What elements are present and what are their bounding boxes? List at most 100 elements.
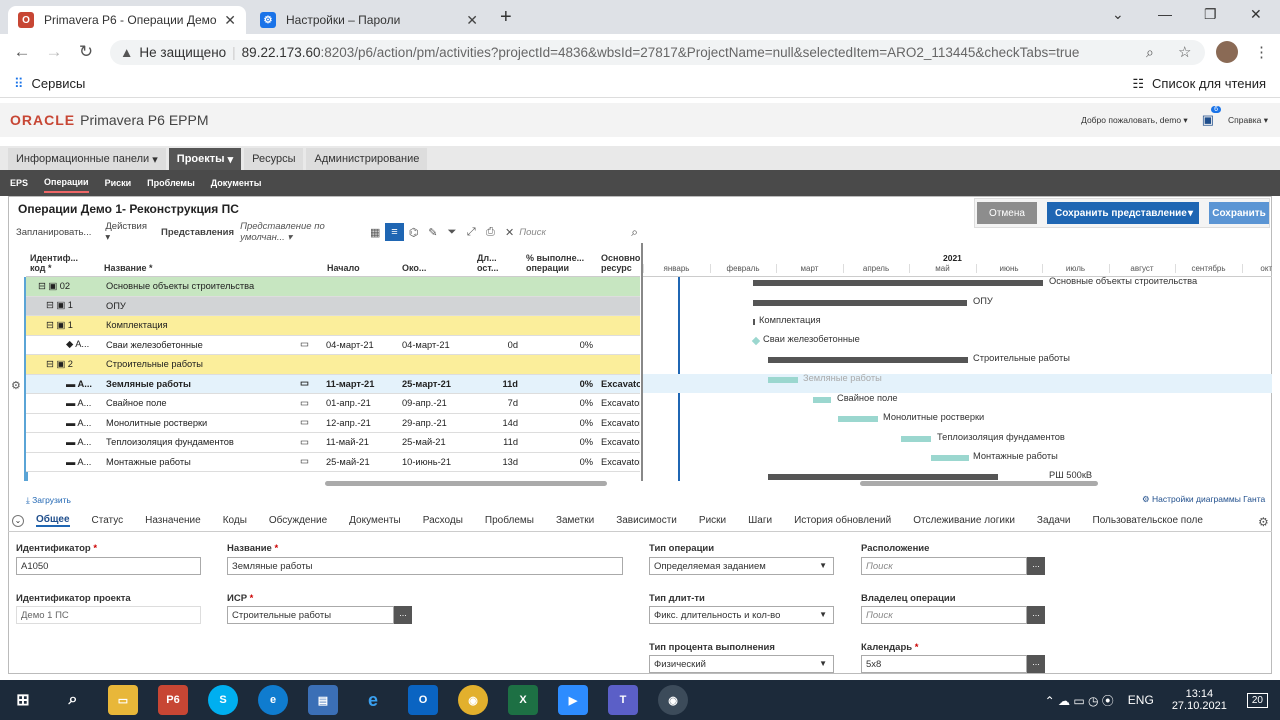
- gantt-bar[interactable]: [753, 319, 755, 325]
- table-row[interactable]: ▬ A... Монтажные работы ▭ 25-май-21 10-июнь-…: [26, 452, 640, 472]
- outlook-icon[interactable]: O: [408, 685, 438, 715]
- print-icon[interactable]: ⎙: [481, 223, 500, 241]
- zoom-icon[interactable]: ⌕: [1146, 44, 1154, 61]
- bookmark-services[interactable]: Сервисы: [32, 76, 86, 91]
- tab-dashboards[interactable]: Информационные панели ▾: [8, 148, 166, 170]
- detail-tab[interactable]: История обновлений: [794, 515, 891, 526]
- id-field[interactable]: A1050: [16, 557, 201, 575]
- browser-tab-settings[interactable]: ⚙ Настройки – Пароли ✕: [250, 6, 488, 34]
- chrome-profile-icon[interactable]: ◉: [658, 685, 688, 715]
- teams-icon[interactable]: T: [608, 685, 638, 715]
- gantt-scrollbar[interactable]: [860, 481, 1098, 486]
- table-row[interactable]: ◆ A... Сваи железобетонные ▭ 04-март-21 04-м…: [26, 335, 640, 355]
- gantt-settings-link[interactable]: ⚙ Настройки диаграммы Ганта: [1142, 494, 1265, 505]
- table-row[interactable]: ▬ A... Теплоизоляция фундаментов ▭ 11-май-2…: [26, 433, 640, 453]
- p6-icon[interactable]: P6: [158, 685, 188, 715]
- detail-tab[interactable]: Обсуждение: [269, 515, 327, 526]
- back-button[interactable]: ←: [6, 42, 38, 62]
- tools-icon[interactable]: ✕: [500, 223, 519, 241]
- schedule-button[interactable]: Запланировать...: [16, 227, 91, 238]
- language-indicator[interactable]: ENG: [1128, 693, 1154, 707]
- ie-icon[interactable]: e: [358, 685, 388, 715]
- optype-select[interactable]: Определяемая заданием ▼: [649, 557, 834, 575]
- gantt-bar[interactable]: [753, 280, 1043, 286]
- close-icon[interactable]: ✕: [224, 12, 236, 29]
- menu-icon[interactable]: ⋮: [1254, 43, 1269, 61]
- notification-center[interactable]: 20: [1246, 692, 1268, 708]
- skype-icon[interactable]: S: [208, 685, 238, 715]
- collapse-icon[interactable]: ⌄: [12, 514, 24, 527]
- chevron-down-icon[interactable]: ⌄: [1112, 6, 1124, 23]
- tray-icons[interactable]: ⌃ ☁ ▭ ◷ ⦿: [1045, 692, 1114, 709]
- calendar-field[interactable]: 5x8: [861, 655, 1027, 673]
- apps-icon[interactable]: ⠿: [14, 76, 24, 92]
- star-icon[interactable]: ☆: [1178, 43, 1191, 61]
- gantt-bar[interactable]: [931, 455, 969, 461]
- reading-list-button[interactable]: Список для чтения: [1152, 76, 1266, 91]
- gantt-bar[interactable]: [768, 474, 998, 480]
- subnav-issues[interactable]: Проблемы: [147, 174, 195, 192]
- clock[interactable]: 13:14 27.10.2021: [1172, 688, 1227, 712]
- owner-field[interactable]: Поиск: [861, 606, 1027, 624]
- detail-tab[interactable]: Проблемы: [485, 515, 534, 526]
- chrome-icon[interactable]: ◉: [458, 685, 488, 715]
- window-close-button[interactable]: ✕: [1250, 6, 1262, 23]
- gantt-bar[interactable]: [768, 357, 968, 363]
- gantt-bar[interactable]: [813, 397, 831, 403]
- brush-icon[interactable]: ✎: [423, 223, 442, 241]
- detail-tab[interactable]: Шаги: [748, 515, 772, 526]
- location-picker-button[interactable]: ...: [1027, 557, 1045, 575]
- gantt-bar[interactable]: [768, 377, 798, 383]
- detail-tab[interactable]: Документы: [349, 515, 401, 526]
- avatar[interactable]: [1216, 41, 1238, 63]
- save-button[interactable]: Сохранить: [1209, 202, 1269, 224]
- table-row[interactable]: ⊟ ▣ 1 Комплектация: [26, 316, 640, 336]
- forward-button[interactable]: →: [38, 42, 70, 62]
- name-field[interactable]: Земляные работы: [227, 557, 623, 575]
- detail-tab[interactable]: Зависимости: [616, 515, 677, 526]
- durtype-select[interactable]: Фикс. длительность и кол-во ▼: [649, 606, 834, 624]
- subnav-documents[interactable]: Документы: [211, 174, 262, 192]
- detail-tab[interactable]: Общее: [36, 514, 70, 527]
- detail-tab[interactable]: Статус: [92, 515, 124, 526]
- explorer-icon[interactable]: ▭: [108, 685, 138, 715]
- restore-button[interactable]: ❐: [1204, 6, 1217, 23]
- calendar-picker-button[interactable]: ...: [1027, 655, 1045, 673]
- table-row[interactable]: ▬ A... Земляные работы ▭ 11-март-21 25-март-…: [26, 374, 640, 394]
- owner-picker-button[interactable]: ...: [1027, 606, 1045, 624]
- table-row[interactable]: ⊟ ▣ 02 Основные объекты строительства: [26, 277, 640, 297]
- reload-button[interactable]: ↻: [70, 42, 102, 62]
- search-input[interactable]: Поиск: [519, 227, 631, 238]
- detail-tab[interactable]: Задачи: [1037, 515, 1071, 526]
- view-select[interactable]: Представление по умолчан... ▾: [240, 221, 352, 243]
- subnav-activities[interactable]: Операции: [44, 173, 89, 193]
- load-link[interactable]: ⤓ Загрузить: [26, 495, 71, 506]
- gantt-icon[interactable]: ≡: [384, 223, 405, 241]
- gantt-bar[interactable]: [751, 336, 761, 346]
- gear-icon[interactable]: ⚙: [1258, 515, 1269, 529]
- subnav-risks[interactable]: Риски: [105, 174, 132, 192]
- save-view-button[interactable]: Сохранить представление ▾: [1047, 202, 1199, 224]
- table-row[interactable]: ⊟ ▣ 2 Строительные работы: [26, 355, 640, 375]
- subnav-eps[interactable]: EPS: [10, 174, 28, 192]
- pcttype-select[interactable]: Физический ▼: [649, 655, 834, 673]
- close-icon[interactable]: ✕: [466, 12, 478, 29]
- zoom-icon[interactable]: ▶: [558, 685, 588, 715]
- detail-tab[interactable]: Пользовательское поле: [1093, 515, 1203, 526]
- windows-start-icon[interactable]: ⊞: [8, 685, 38, 715]
- detail-tab[interactable]: Назначение: [145, 515, 201, 526]
- tab-resources[interactable]: Ресурсы: [244, 148, 304, 170]
- actions-menu[interactable]: Действия ▾: [105, 221, 147, 243]
- table-icon[interactable]: ▦: [366, 223, 385, 241]
- cancel-button[interactable]: Отмена: [977, 202, 1037, 224]
- minimize-button[interactable]: —: [1158, 6, 1172, 22]
- network-icon[interactable]: ⌬: [404, 223, 423, 241]
- browser-tab-primavera[interactable]: O Primavera P6 - Операции Демо ✕: [8, 6, 246, 34]
- notification-icon[interactable]: ▣ 6: [1202, 106, 1221, 128]
- detail-tab[interactable]: Коды: [223, 515, 247, 526]
- detail-tab[interactable]: Расходы: [423, 515, 463, 526]
- detail-tab[interactable]: Заметки: [556, 515, 594, 526]
- help-menu[interactable]: Справка ▾: [1228, 115, 1268, 126]
- tab-projects[interactable]: Проекты ▾: [168, 148, 242, 170]
- search-icon[interactable]: ⌕: [631, 225, 638, 240]
